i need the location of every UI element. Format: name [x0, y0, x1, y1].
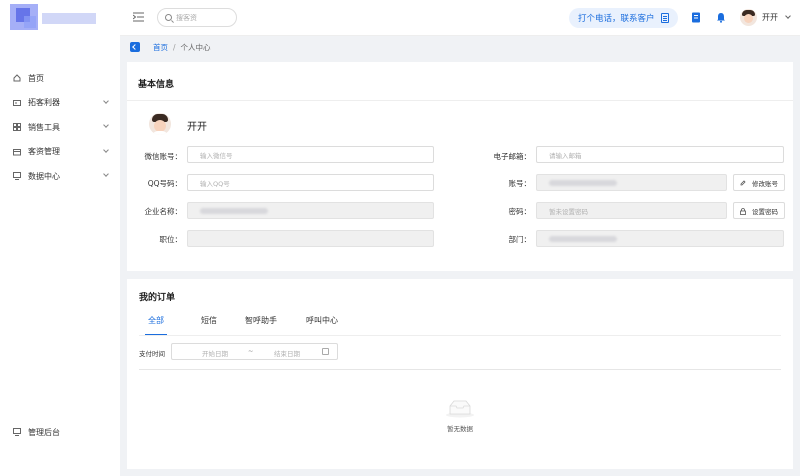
chevron-down-icon: [103, 97, 109, 104]
wechat-field[interactable]: 输入微信号: [187, 146, 434, 163]
profile-avatar[interactable]: [149, 113, 171, 135]
chevron-down-icon: [103, 146, 109, 153]
my-orders-card: 我的订单 全部 短信 智呼助手 呼叫中心 支付时间 开始日期 ~ 结束日期 暂无…: [127, 279, 793, 469]
sidebar-nav: 首页 拓客利器 销售工具 客资管理 数据中心: [0, 66, 120, 189]
tab-sms[interactable]: 短信: [201, 315, 217, 335]
tab-all[interactable]: 全部: [145, 315, 167, 336]
order-tabs: 全部 短信 智呼助手 呼叫中心: [139, 315, 338, 336]
section-title: 我的订单: [139, 293, 176, 303]
sidebar-item-sales-tools[interactable]: 销售工具: [0, 115, 120, 140]
document-icon[interactable]: [691, 12, 701, 23]
password-field: 暂未设置密码: [536, 202, 727, 219]
breadcrumb-home-link[interactable]: 首页: [153, 42, 168, 53]
search-placeholder: 搜客资: [176, 13, 197, 22]
password-label: 密码：: [508, 207, 532, 216]
sidebar-item-label: 客资管理: [28, 147, 60, 157]
payment-time-label: 支付时间: [139, 350, 165, 358]
empty-box-icon: [445, 398, 475, 418]
sidebar-item-label: 销售工具: [28, 122, 60, 132]
position-field: [187, 230, 434, 247]
call-customer-button[interactable]: 打个电话，联系客户: [569, 8, 678, 28]
back-icon[interactable]: [130, 42, 140, 52]
tab-smart-call[interactable]: 智呼助手: [245, 315, 277, 335]
qq-placeholder: 输入QQ号: [200, 179, 230, 188]
monitor-icon: [13, 172, 21, 181]
sidebar: 首页 拓客利器 销售工具 客资管理 数据中心 管理后台: [0, 0, 120, 476]
breadcrumb-separator: /: [173, 42, 176, 52]
sidebar-item-leads[interactable]: 客资管理: [0, 140, 120, 165]
sidebar-item-label: 管理后台: [28, 427, 60, 437]
email-label: 电子邮箱：: [493, 152, 532, 161]
set-password-label: 设置密码: [752, 207, 778, 216]
department-label: 部门：: [508, 235, 532, 244]
bell-icon[interactable]: [716, 12, 726, 23]
start-date-input[interactable]: 开始日期: [202, 348, 228, 358]
edit-icon: [740, 180, 746, 186]
edit-account-label: 修改账号: [752, 179, 778, 188]
chevron-down-icon: [103, 122, 109, 128]
menu-toggle-icon[interactable]: [132, 12, 144, 22]
wechat-placeholder: 输入微信号: [200, 151, 233, 160]
chevron-down-icon: [103, 171, 109, 177]
home-icon: [13, 74, 21, 82]
end-date-input[interactable]: 结束日期: [274, 348, 300, 358]
qq-field[interactable]: 输入QQ号: [187, 174, 434, 191]
logo[interactable]: [10, 4, 96, 30]
masked-value: [200, 207, 268, 214]
folder-icon: [13, 148, 21, 156]
top-header: 搜客资 打个电话，联系客户 开开: [120, 0, 800, 36]
tab-call-center[interactable]: 呼叫中心: [306, 315, 338, 335]
position-label: 职位：: [159, 235, 183, 244]
account-label: 账号：: [508, 179, 532, 188]
sidebar-item-prospecting[interactable]: 拓客利器: [0, 91, 120, 116]
company-field: [187, 202, 434, 219]
chevron-down-icon[interactable]: [785, 13, 791, 19]
date-range-picker[interactable]: 开始日期 ~ 结束日期: [171, 343, 338, 360]
card-icon: [13, 99, 21, 107]
breadcrumb: 首页 / 个人中心: [130, 40, 211, 54]
grid-icon: [13, 123, 21, 132]
profile-name: 开开: [187, 122, 207, 133]
sidebar-item-data-center[interactable]: 数据中心: [0, 164, 120, 189]
set-password-button[interactable]: 设置密码: [733, 202, 785, 219]
lock-icon: [740, 208, 746, 215]
masked-value: [549, 179, 617, 186]
sidebar-item-label: 首页: [28, 73, 44, 83]
date-separator: ~: [248, 347, 254, 355]
edit-account-button[interactable]: 修改账号: [733, 174, 785, 191]
monitor-icon: [13, 428, 21, 437]
user-avatar[interactable]: [740, 9, 757, 26]
email-placeholder: 请输入邮箱: [549, 151, 582, 160]
search-icon: [165, 14, 172, 21]
basic-info-card: 基本信息 开开 微信账号： 输入微信号 电子邮箱： 请输入邮箱 QQ号码： 输入…: [127, 62, 793, 271]
email-field[interactable]: 请输入邮箱: [536, 146, 784, 163]
password-placeholder: 暂未设置密码: [549, 207, 588, 216]
qq-label: QQ号码：: [147, 179, 182, 188]
masked-value: [549, 235, 617, 242]
empty-state-text: 暂无数据: [447, 425, 473, 433]
sidebar-item-label: 数据中心: [28, 171, 60, 181]
sidebar-item-label: 拓客利器: [28, 98, 60, 108]
search-input[interactable]: 搜客资: [157, 8, 237, 27]
calendar-icon: [322, 348, 329, 355]
call-button-label: 打个电话，联系客户: [578, 14, 655, 24]
department-field: [536, 230, 784, 247]
company-label: 企业名称：: [144, 207, 183, 216]
wechat-label: 微信账号：: [144, 152, 183, 161]
account-field: [536, 174, 727, 191]
username[interactable]: 开开: [762, 12, 778, 23]
section-title: 基本信息: [138, 80, 175, 90]
notepad-icon: [661, 13, 669, 23]
breadcrumb-current: 个人中心: [180, 42, 211, 52]
sidebar-item-admin[interactable]: 管理后台: [0, 420, 120, 445]
sidebar-item-home[interactable]: 首页: [0, 66, 120, 91]
